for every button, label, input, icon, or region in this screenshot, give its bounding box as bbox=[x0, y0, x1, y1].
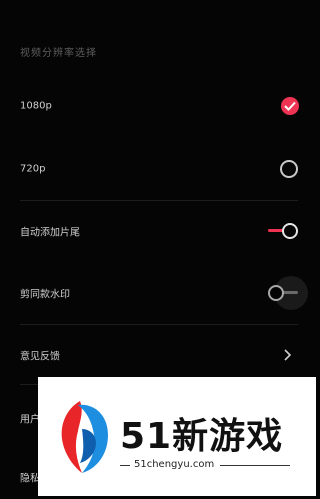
template-watermark-row: 剪同款水印 bbox=[0, 271, 316, 315]
watermark-brand: 51新游戏 bbox=[120, 416, 284, 457]
user-agreement-label: 用户 bbox=[20, 414, 40, 426]
auto-add-ending-row: 自动添加片尾 bbox=[0, 209, 316, 253]
divider-line bbox=[120, 465, 130, 466]
settings-screen: 视频分辨率选择 1080p 720p 自动添加片尾 剪同款水印 意见反馈 用户 … bbox=[0, 0, 316, 496]
feedback-row[interactable]: 意见反馈 bbox=[0, 333, 316, 377]
privacy-label: 隐私 bbox=[20, 473, 40, 485]
resolution-720p-label: 720p bbox=[20, 163, 46, 175]
auto-add-ending-toggle[interactable] bbox=[268, 223, 298, 239]
template-watermark-toggle[interactable] bbox=[268, 285, 298, 301]
toggle-knob bbox=[282, 223, 298, 239]
template-watermark-label: 剪同款水印 bbox=[20, 289, 70, 301]
divider bbox=[20, 200, 298, 201]
section-title: 视频分辨率选择 bbox=[20, 48, 97, 59]
resolution-1080p-label: 1080p bbox=[20, 100, 52, 112]
unchecked-radio-icon[interactable] bbox=[280, 160, 298, 178]
chevron-right-icon bbox=[284, 349, 292, 361]
checked-radio-icon[interactable] bbox=[281, 97, 299, 115]
auto-add-ending-label: 自动添加片尾 bbox=[20, 227, 80, 239]
checkmark-icon bbox=[284, 101, 296, 111]
resolution-option-1080p[interactable]: 1080p bbox=[0, 84, 316, 128]
watermark-banner: 51新游戏 51chengyu.com bbox=[38, 377, 316, 496]
site-logo-icon bbox=[61, 401, 108, 473]
resolution-option-720p[interactable]: 720p bbox=[0, 147, 316, 191]
divider bbox=[20, 324, 298, 325]
feedback-label: 意见反馈 bbox=[20, 351, 60, 363]
toggle-knob bbox=[268, 285, 284, 301]
divider-line bbox=[220, 465, 290, 466]
watermark-url: 51chengyu.com bbox=[134, 459, 215, 470]
